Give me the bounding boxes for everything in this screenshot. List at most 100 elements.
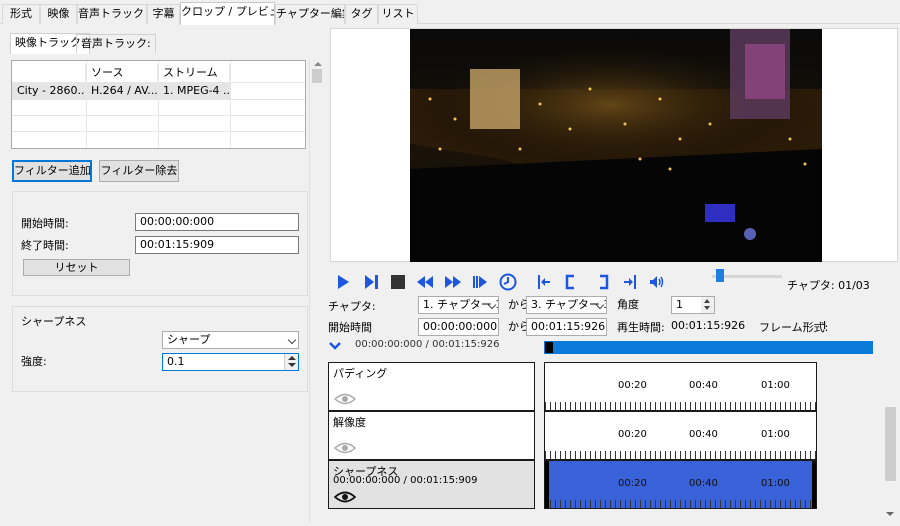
tab-audio-track-1[interactable]: 音声トラック 1 (77, 4, 147, 24)
play-icon[interactable] (334, 273, 352, 291)
track-padding[interactable]: パディング (328, 362, 535, 411)
step-up-icon[interactable] (288, 356, 296, 360)
volume-icon[interactable] (648, 273, 666, 291)
right-scroll-thumb[interactable] (885, 407, 896, 481)
rewind-icon[interactable] (416, 273, 434, 291)
grid-cell-source: H.264 / AV... (86, 83, 158, 99)
track-sharpness[interactable]: シャープネス 00:00:00:000 / 00:01:15:909 (328, 460, 535, 509)
strength-field[interactable]: 0.1 (162, 353, 299, 371)
reset-button[interactable]: リセット (23, 259, 130, 276)
scroll-down-icon[interactable] (886, 512, 894, 516)
player-start-field[interactable]: 00:00:00:000 (418, 318, 499, 336)
grid-header-stream: ストリーム (158, 65, 230, 81)
grid-cell-stream: 1. MPEG-4 ... (158, 83, 230, 99)
tick-label: 00:40 (689, 429, 718, 440)
track-name: パディング (333, 367, 388, 380)
track-resolution[interactable]: 解像度 (328, 411, 535, 460)
goto-start-icon[interactable] (535, 273, 553, 291)
tick-label: 01:00 (761, 478, 790, 489)
grid-cell-name: City - 2860.... (12, 83, 86, 99)
subtab-audio-track[interactable]: 音声トラック: (76, 34, 156, 53)
start-time-heading: 開始時間 (328, 321, 372, 334)
tab-format[interactable]: 形式 (2, 4, 40, 24)
remove-filter-button[interactable]: フィルター除去 (99, 160, 179, 182)
timeline-padding[interactable]: 00:20 00:40 01:00 (544, 362, 817, 411)
frame-type-value: I (823, 319, 827, 332)
position-bar[interactable] (544, 341, 873, 354)
timeline-ruler (545, 500, 816, 508)
goto-end-icon[interactable] (621, 273, 639, 291)
tick-label: 01:00 (761, 429, 790, 440)
left-scroll-thumb[interactable] (312, 69, 322, 83)
sharpness-mode-value: シャープ (167, 333, 211, 346)
eye-icon[interactable] (334, 441, 356, 455)
tab-tags[interactable]: タグ (345, 4, 378, 24)
fast-forward-icon[interactable] (444, 273, 462, 291)
chapter-from-select[interactable]: 1. チャプター 1 (418, 296, 499, 314)
playtime-value: 00:01:15:926 (671, 319, 746, 332)
video-frame-image (410, 29, 822, 262)
tab-crop-preview[interactable]: クロップ / プレビュー (180, 2, 275, 25)
tab-chapter-edit[interactable]: チャプター編集 (275, 4, 345, 24)
grid-header-source: ソース (86, 65, 158, 81)
frame-type-label: フレーム形式: (759, 321, 829, 334)
tab-subtitles[interactable]: 字幕 (147, 4, 180, 24)
step-end-icon[interactable] (471, 273, 489, 291)
chevron-down-icon (287, 335, 297, 345)
volume-slider-thumb[interactable] (716, 269, 724, 282)
sharpness-mode-select[interactable]: シャープ (162, 331, 299, 349)
tick-label: 01:00 (761, 380, 790, 391)
stream-grid: ソース ストリーム City - 2860.... H.264 / AV... … (11, 60, 306, 149)
position-marker[interactable] (545, 342, 553, 353)
angle-stepper[interactable] (701, 297, 714, 313)
timeline-resolution[interactable]: 00:20 00:40 01:00 (544, 411, 817, 460)
tab-list[interactable]: リスト (378, 4, 418, 24)
range-handle-end[interactable] (812, 461, 816, 508)
playtime-label: 再生時間: (617, 321, 665, 334)
step-down-icon[interactable] (288, 363, 296, 367)
chapter-to-select[interactable]: 3. チャプター 3 (526, 296, 607, 314)
angle-label: 角度 (617, 298, 639, 311)
clock-icon[interactable] (499, 273, 517, 291)
start-time-label: 開始時間: (21, 217, 69, 230)
right-scrollbar[interactable] (883, 262, 898, 522)
chapter-count: チャプタ: 01/03 (787, 279, 870, 292)
tab-video[interactable]: 映像 (40, 4, 77, 24)
mark-out-icon[interactable] (594, 273, 612, 291)
track-detail: 00:00:00:000 / 00:01:15:909 (333, 475, 478, 486)
start-time-field[interactable]: 00:00:00:000 (135, 213, 299, 231)
timeline-ruler (545, 451, 816, 459)
stop-icon[interactable] (389, 273, 407, 291)
main-tab-bar: 形式 映像 音声トラック 1 字幕 クロップ / プレビュー チャプター編集 タ… (0, 0, 900, 25)
scroll-up-icon[interactable] (314, 62, 322, 66)
collapse-chevron-icon[interactable] (328, 341, 342, 351)
grid-header-blank (12, 65, 86, 81)
eye-icon[interactable] (334, 490, 356, 504)
add-filter-button[interactable]: フィルター追加 (12, 160, 92, 182)
step-up-icon[interactable] (704, 299, 710, 303)
table-row[interactable]: City - 2860.... H.264 / AV... 1. MPEG-4 … (12, 83, 230, 99)
end-time-field[interactable]: 00:01:15:909 (135, 236, 299, 254)
tick-label: 00:20 (618, 478, 647, 489)
end-time-label: 終了時間: (21, 239, 69, 252)
range-text: 00:00:00:000 / 00:01:15:926 (355, 339, 500, 350)
tick-label: 00:20 (618, 429, 647, 440)
left-scrollbar[interactable] (309, 60, 324, 522)
strength-stepper[interactable] (284, 354, 298, 370)
sharpness-group-title: シャープネス (21, 313, 87, 329)
strength-label: 強度: (21, 355, 47, 368)
tick-label: 00:40 (689, 380, 718, 391)
mark-in-icon[interactable] (562, 273, 580, 291)
player-end-field[interactable]: 00:01:15:926 (526, 318, 607, 336)
chapter-label: チャプタ: (328, 300, 376, 313)
step-down-icon[interactable] (704, 306, 710, 310)
tick-label: 00:40 (689, 478, 718, 489)
track-name: 解像度 (333, 416, 366, 429)
eye-icon[interactable] (334, 392, 356, 406)
timeline-sharpness[interactable]: 00:20 00:40 01:00 (544, 460, 817, 509)
timeline-ruler (545, 402, 816, 410)
next-frame-icon[interactable] (362, 273, 380, 291)
video-preview-area (330, 28, 898, 262)
range-handle-start[interactable] (545, 461, 549, 508)
tick-label: 00:20 (618, 380, 647, 391)
